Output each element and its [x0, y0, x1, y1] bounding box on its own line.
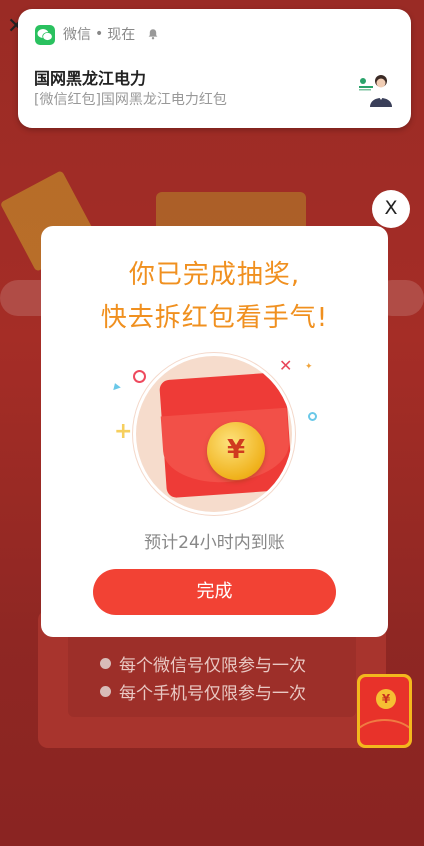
bullet-icon	[100, 658, 111, 669]
notification-banner[interactable]: 微信 • 现在 国网黑龙江电力 [微信红包]国网黑龙江电力红包	[18, 9, 411, 128]
bullet-icon	[100, 686, 111, 697]
floating-red-envelope-button[interactable]: ¥	[357, 674, 412, 748]
rule-item: 每个微信号仅限参与一次	[100, 651, 306, 676]
coin-icon: ¥	[376, 689, 396, 709]
coin-icon: ¥	[207, 422, 265, 480]
rule-item: 每个手机号仅限参与一次	[100, 679, 306, 704]
lottery-result-modal: 你已完成抽奖, 快去拆红包看手气! ✕ ✦ + ¥ 预计24小时内到账 完成	[41, 226, 388, 637]
confetti-triangle-decoration	[111, 381, 121, 391]
arrival-note: 预计24小时内到账	[144, 533, 285, 553]
notification-title: 国网黑龙江电力	[34, 69, 147, 88]
rule-text: 每个微信号仅限参与一次	[119, 656, 306, 676]
sparkle-plus-icon: +	[114, 419, 133, 444]
sender-avatar	[355, 67, 395, 107]
notification-separator: •	[95, 26, 104, 42]
confetti-ring-decoration	[308, 412, 317, 421]
confetti-ring-decoration	[133, 370, 146, 383]
notification-app-name: 微信	[63, 27, 91, 43]
confetti-x-decoration: ✕	[279, 356, 293, 375]
bell-icon	[148, 29, 158, 40]
close-button[interactable]: X	[372, 190, 410, 228]
notification-meta: 微信 • 现在	[63, 24, 135, 44]
notification-time: 现在	[107, 27, 136, 43]
rule-text: 每个手机号仅限参与一次	[119, 684, 306, 704]
close-icon: X	[384, 197, 398, 219]
notification-body: [微信红包]国网黑龙江电力红包	[34, 92, 227, 108]
modal-title-line1: 你已完成抽奖,	[128, 260, 301, 290]
red-envelope-icon: ¥	[360, 677, 409, 745]
wechat-icon	[35, 25, 55, 45]
sparkle-icon: ✦	[305, 362, 313, 372]
done-button[interactable]: 完成	[93, 569, 336, 615]
modal-title-line2: 快去拆红包看手气!	[100, 303, 329, 333]
